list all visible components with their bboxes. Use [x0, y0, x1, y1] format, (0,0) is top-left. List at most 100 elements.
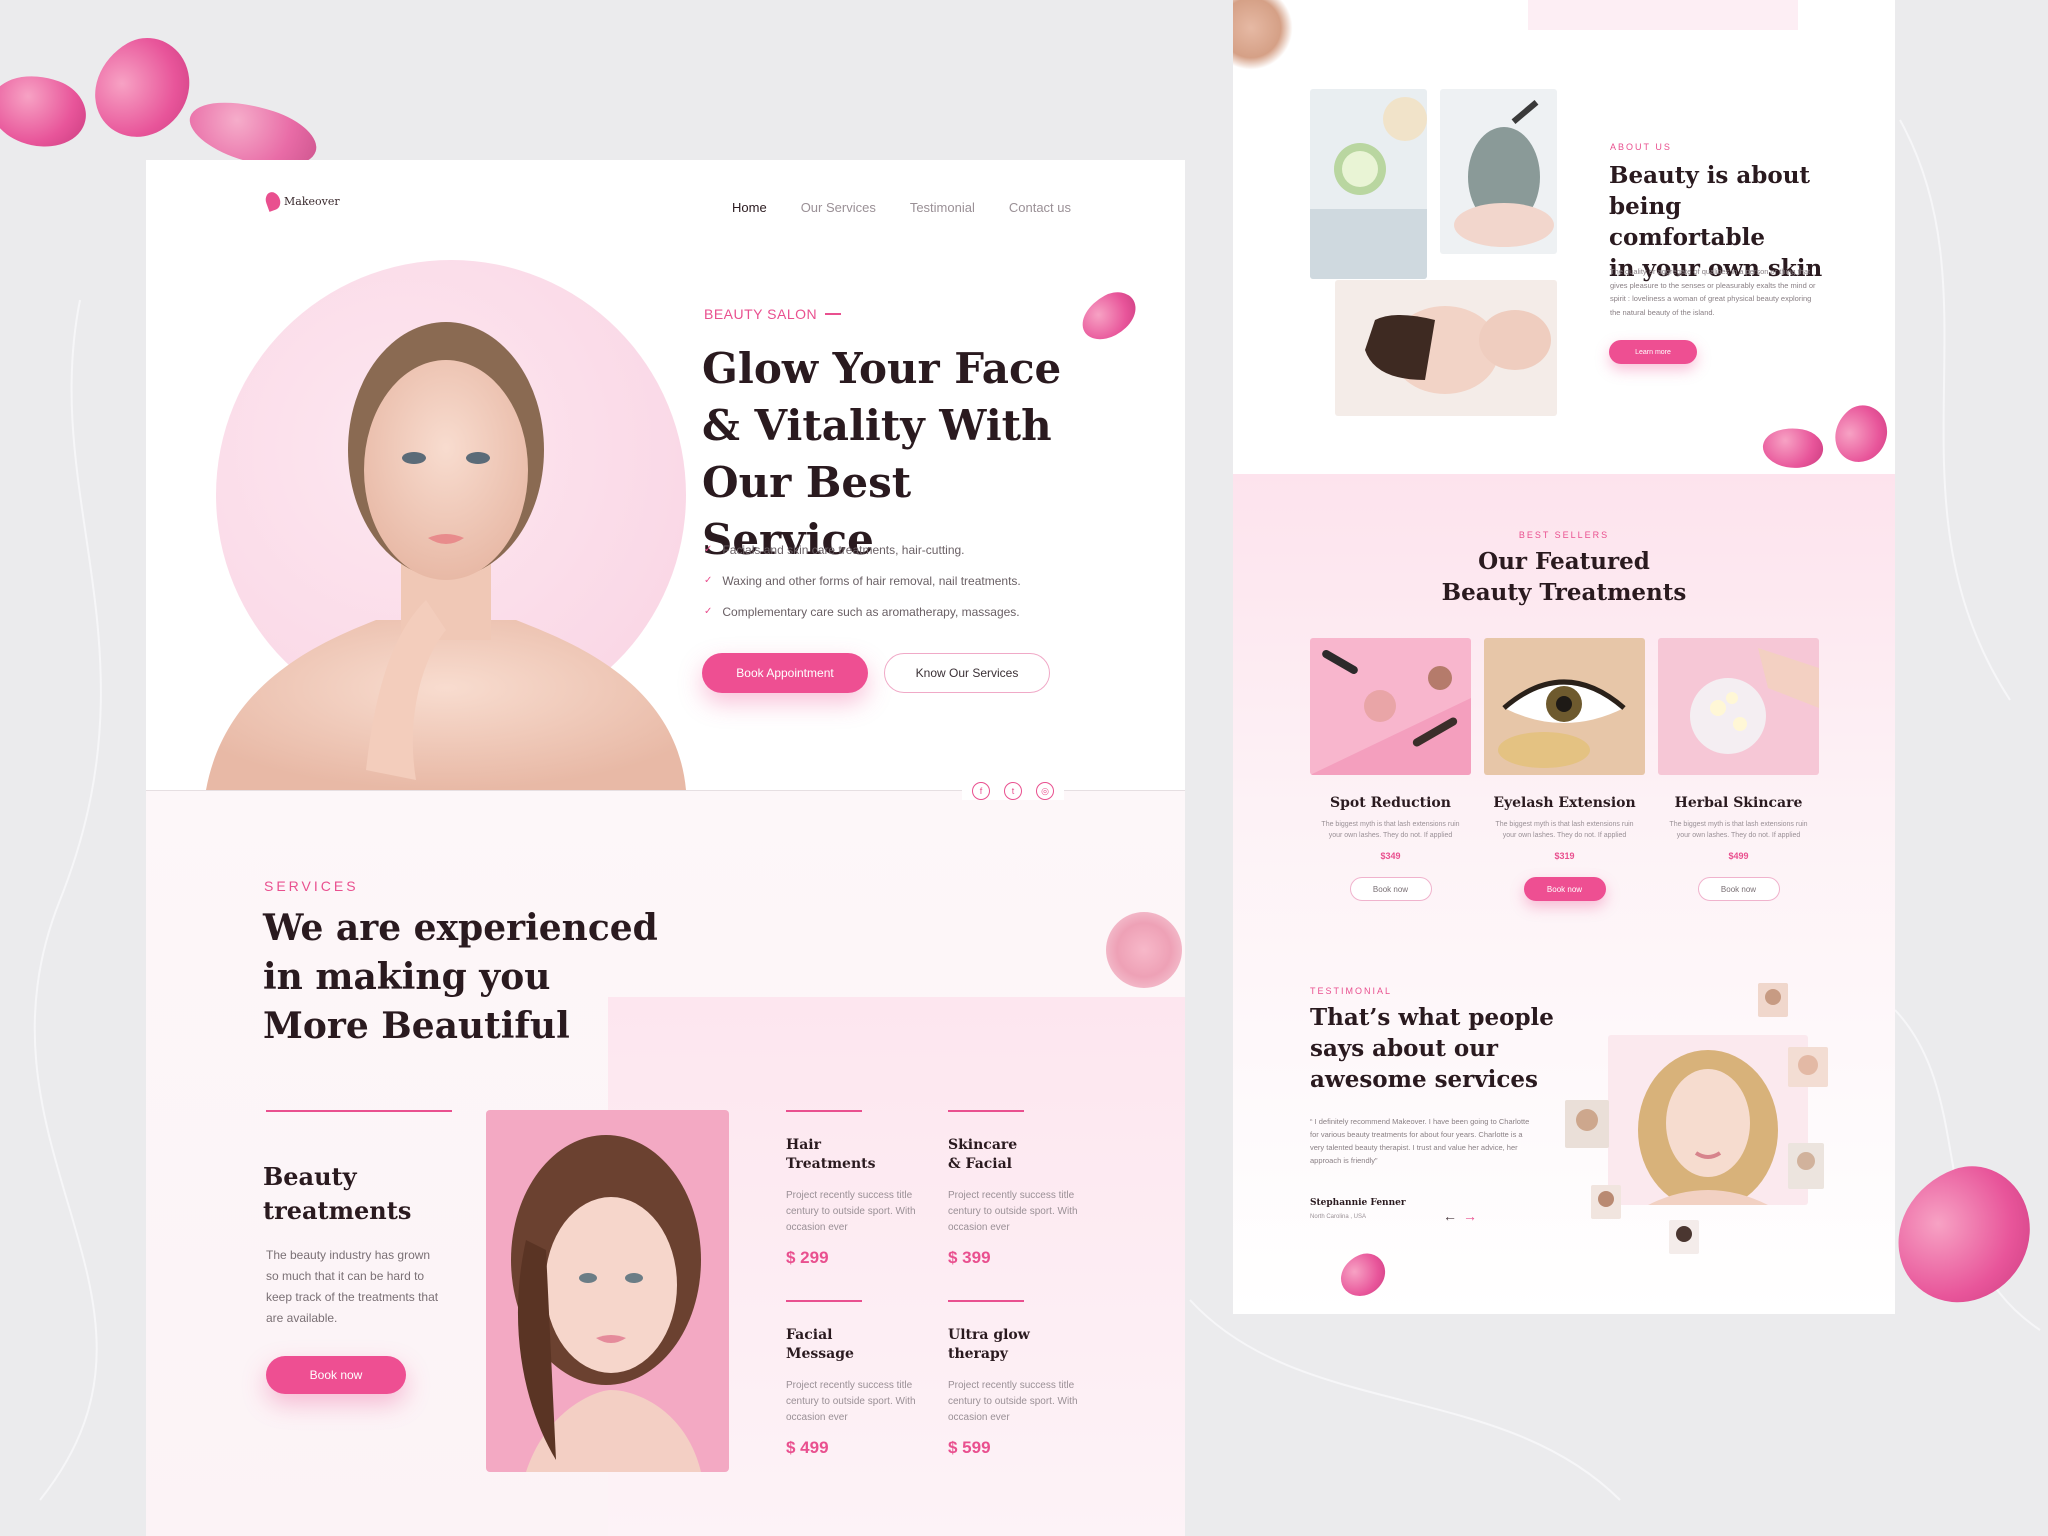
flower-decor: [1106, 912, 1182, 988]
avatar-art: [1565, 1100, 1609, 1148]
featured-price: $319: [1554, 851, 1575, 861]
featured-title: Our Featured Beauty Treatments: [1233, 546, 1895, 608]
featured-title-text: Eyelash Extension: [1493, 795, 1636, 811]
thumb-avatar[interactable]: [1788, 1143, 1824, 1189]
eye-photo: [1484, 638, 1645, 775]
testimonial-location: North Carolina , USA: [1310, 1214, 1367, 1220]
card-rule: [786, 1300, 862, 1302]
title-line: therapy: [948, 1346, 1008, 1362]
makeup-photo: [1310, 638, 1471, 775]
about-photo-cucumber: [1310, 89, 1427, 279]
featured-book-now-button[interactable]: Book now: [1349, 877, 1432, 901]
petal-decor: [1074, 284, 1144, 348]
featured-book-now-button[interactable]: Book now: [1697, 877, 1780, 901]
featured-desc: The biggest myth is that lash extensions…: [1495, 821, 1634, 839]
card-rule: [948, 1300, 1024, 1302]
nav-contact[interactable]: Contact us: [1009, 200, 1071, 215]
testimonial-title: That’s what people says about our awesom…: [1310, 1002, 1560, 1095]
featured-card-spot-reduction[interactable]: Spot Reduction The biggest myth is that …: [1310, 638, 1471, 901]
hero-kicker: BEAUTY SALON: [704, 306, 842, 322]
title-line: Treatments: [786, 1156, 876, 1172]
services-title-line: More Beautiful: [263, 1005, 570, 1047]
service-card-hair[interactable]: Hair Treatments Project recently success …: [786, 1110, 926, 1268]
about-kicker: ABOUT US: [1610, 142, 1672, 152]
nav-home[interactable]: Home: [732, 200, 767, 215]
testimonial-title-line: awesome services: [1310, 1066, 1538, 1093]
learn-more-button[interactable]: Learn more: [1609, 340, 1697, 364]
instagram-icon[interactable]: ◎: [1036, 782, 1054, 800]
about-photo-mask: [1440, 89, 1557, 254]
title-line: & Facial: [948, 1156, 1012, 1172]
title-line: Ultra glow: [948, 1327, 1030, 1343]
featured-title-line: Our Featured: [1478, 548, 1650, 575]
title-line: Message: [786, 1346, 854, 1362]
know-our-services-button[interactable]: Know Our Services: [884, 653, 1050, 693]
thumb-avatar[interactable]: [1788, 1047, 1828, 1087]
thumb-avatar[interactable]: [1565, 1100, 1609, 1148]
petal-decor: [1759, 423, 1827, 473]
featured-price: $499: [1728, 851, 1749, 861]
featured-card-eyelash[interactable]: Eyelash Extension The biggest myth is th…: [1484, 638, 1645, 901]
featured-kicker: BEST SELLERS: [1518, 530, 1610, 540]
logo-text: Makeover: [284, 194, 340, 208]
service-desc: Project recently success title century t…: [948, 1380, 1078, 1423]
service-title: Facial Message: [786, 1326, 926, 1364]
hero-feature-list: ✓ Facials and skin care treatments, hair-…: [704, 534, 1021, 627]
feature-text: Complementary care such as aromatherapy,…: [722, 604, 1020, 619]
top-nav: Makeover Home Our Services Testimonial C…: [146, 160, 1185, 250]
twitter-icon[interactable]: t: [1004, 782, 1022, 800]
service-desc: Project recently success title century t…: [948, 1190, 1078, 1233]
avatar-art: [1758, 983, 1788, 1017]
about-title-line: being comfortable: [1609, 193, 1766, 251]
service-title: Ultra glow therapy: [948, 1326, 1088, 1364]
services-rule: [266, 1110, 452, 1112]
testimonial-quote: “ I definitely recommend Makeover. I hav…: [1310, 1117, 1530, 1165]
nav-testimonial[interactable]: Testimonial: [910, 200, 975, 215]
featured-desc: The biggest myth is that lash extensions…: [1669, 821, 1808, 839]
thumb-avatar[interactable]: [1758, 983, 1788, 1017]
card-rule: [786, 1110, 862, 1112]
featured-image: [1310, 638, 1471, 775]
service-desc: Project recently success title century t…: [786, 1380, 916, 1423]
next-arrow-icon[interactable]: →: [1463, 1208, 1477, 1224]
service-card-skincare[interactable]: Skincare & Facial Project recently succes…: [948, 1110, 1088, 1268]
featured-title-text: Spot Reduction: [1330, 795, 1451, 811]
testimonial-photo: [1608, 1035, 1808, 1205]
about-photo-art: [1335, 280, 1557, 416]
testimonial-title-line: says about our: [1310, 1035, 1499, 1062]
prev-arrow-icon[interactable]: ←: [1443, 1208, 1457, 1224]
nav-our-services[interactable]: Our Services: [801, 200, 876, 215]
about-title-line: Beauty is about: [1609, 162, 1811, 189]
testimonial-arrows: ← →: [1443, 1208, 1477, 1224]
facebook-icon[interactable]: f: [972, 782, 990, 800]
service-card-facial[interactable]: Facial Message Project recently success t…: [786, 1300, 926, 1458]
kicker-dash: [825, 313, 842, 315]
beauty-treatments-desc: The beauty industry has grown so much th…: [266, 1248, 439, 1325]
powder-decor: [1233, 0, 1293, 70]
thumb-avatar[interactable]: [1669, 1220, 1699, 1254]
title-line: Beauty: [263, 1162, 357, 1191]
card-rule: [948, 1110, 1024, 1112]
services-model-photo: [486, 1110, 729, 1472]
service-price: $ 399: [948, 1248, 991, 1267]
featured-image: [1484, 638, 1645, 775]
logo[interactable]: Makeover: [263, 190, 340, 212]
featured-price: $349: [1380, 851, 1401, 861]
title-line: Hair: [786, 1137, 821, 1153]
about-photo-art: [1310, 89, 1427, 279]
services-title-line: in making you: [263, 956, 551, 998]
featured-book-now-button[interactable]: Book now: [1523, 877, 1606, 901]
list-item: ✓ Facials and skin care treatments, hair-…: [704, 534, 1021, 565]
petal-decor: [1822, 396, 1895, 472]
service-card-ultra-glow[interactable]: Ultra glow therapy Project recently succe…: [948, 1300, 1088, 1458]
nails-photo: [1658, 638, 1819, 775]
list-item: ✓ Waxing and other forms of hair removal,…: [704, 565, 1021, 596]
about-photo-art: [1440, 89, 1557, 254]
title-line: Skincare: [948, 1137, 1018, 1153]
check-icon: ✓: [704, 606, 713, 617]
featured-card-herbal-skincare[interactable]: Herbal Skincare The biggest myth is that…: [1658, 638, 1819, 901]
services-book-now-button[interactable]: Book now: [266, 1356, 406, 1394]
thumb-avatar[interactable]: [1591, 1185, 1621, 1219]
book-appointment-button[interactable]: Book Appointment: [702, 653, 868, 693]
list-item: ✓ Complementary care such as aromatherapy…: [704, 596, 1021, 627]
